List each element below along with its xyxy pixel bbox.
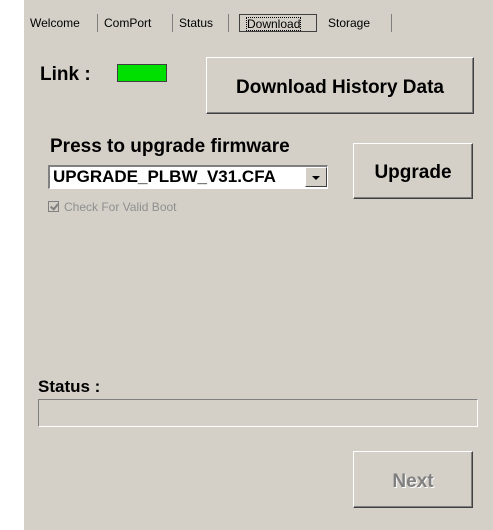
tab-welcome[interactable]: Welcome [24,14,98,32]
link-status-indicator [117,64,167,82]
tab-storage-label: Storage [328,16,371,30]
firmware-file-value: UPGRADE_PLBW_V31.CFA [53,167,276,186]
tab-strip: Welcome ComPort Status Download Storage [24,14,493,34]
tab-welcome-label: Welcome [30,16,80,30]
tab-status[interactable]: Status [173,14,229,32]
download-history-button[interactable]: Download History Data [206,57,474,114]
tab-comport-label: ComPort [104,16,152,30]
check-valid-boot-label: Check For Valid Boot [64,200,177,214]
check-valid-boot-checkbox [48,201,59,212]
link-label: Link : [40,64,91,85]
upgrade-button[interactable]: Upgrade [353,143,473,199]
chevron-down-icon[interactable] [305,167,327,187]
firmware-file-select[interactable]: UPGRADE_PLBW_V31.CFA [48,165,328,189]
status-label: Status : [38,377,101,396]
tab-comport[interactable]: ComPort [98,14,173,32]
status-field [38,399,478,427]
tab-status-label: Status [179,16,214,30]
firmware-label: Press to upgrade firmware [50,136,290,157]
tab-download-label: Download [246,17,302,31]
next-button: Next [353,451,473,508]
tab-download[interactable]: Download [239,14,317,32]
download-panel: Welcome ComPort Status Download Storage … [24,0,493,530]
tab-storage[interactable]: Storage [322,14,392,32]
